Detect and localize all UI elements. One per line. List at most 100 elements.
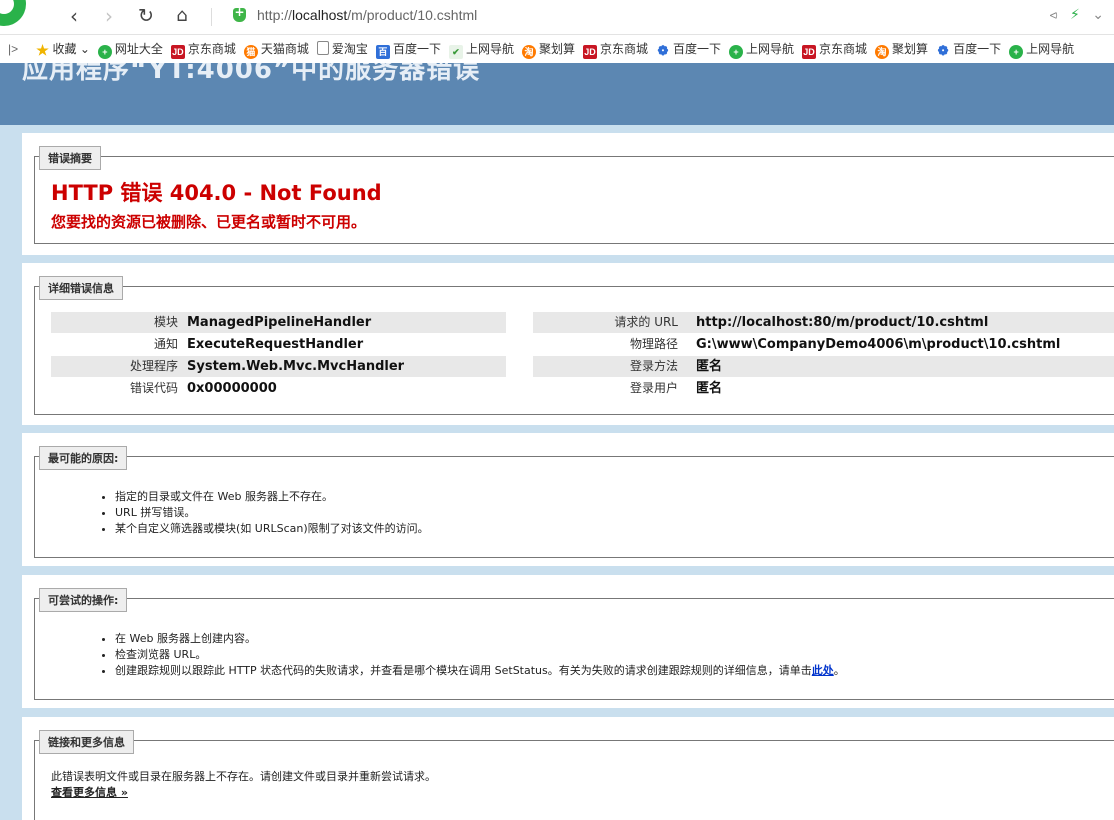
detail-value: ExecuteRequestHandler	[187, 337, 364, 352]
url-prefix: http://	[257, 7, 293, 23]
bookmark-item[interactable]: ✔ 上网导航	[448, 35, 514, 63]
bookmark-item[interactable]: 百百度一下	[375, 35, 441, 63]
bookmark-item[interactable]: 淘聚划算	[521, 35, 575, 63]
list-item-end: 。	[833, 664, 845, 677]
jd-icon: JD	[802, 45, 817, 59]
address-bar[interactable]: http://localhost/m/product/10.cshtml	[257, 7, 477, 23]
sidebar-toggle-icon[interactable]: |>	[8, 35, 18, 63]
chevron-down-icon[interactable]: ⌄	[1092, 7, 1104, 23]
bookmark-item[interactable]: 猫天猫商城	[243, 35, 309, 63]
detail-value: 匿名	[696, 359, 723, 374]
detail-row-error-code: 错误代码 0x00000000	[51, 378, 506, 399]
detail-row-logon-user: 登录用户 匿名	[533, 378, 1114, 399]
detail-label: 错误代码	[129, 381, 178, 395]
detail-label: 处理程序	[129, 359, 178, 373]
summary-section: 错误摘要 HTTP 错误 404.0 - Not Found 您要找的资源已被删…	[22, 133, 1114, 255]
causes-fieldset: 最可能的原因: 指定的目录或文件在 Web 服务器上不存在。 URL 拼写错误。…	[34, 446, 1114, 558]
bookmark-label: 百度一下	[953, 42, 1002, 56]
bookmark-item[interactable]: ★ 收藏 ⌄	[35, 35, 90, 63]
here-link[interactable]: 此处	[812, 664, 834, 677]
actions-section: 可尝试的操作: 在 Web 服务器上创建内容。 检查浏览器 URL。 创建跟踪规…	[22, 575, 1114, 708]
list-item-text: 创建跟踪规则以跟踪此 HTTP 状态代码的失败请求，并查看是哪个模块在调用 Se…	[115, 664, 812, 677]
nav-icon: +	[97, 45, 112, 59]
url-host: localhost	[292, 7, 348, 23]
browser-logo-icon[interactable]	[0, 0, 26, 26]
causes-legend: 最可能的原因:	[39, 446, 128, 470]
forward-icon[interactable]: ›	[97, 4, 121, 28]
bookmark-label: 聚划算	[892, 42, 929, 56]
back-icon[interactable]: ‹	[62, 4, 86, 28]
bookmark-label: 百度一下	[392, 42, 441, 56]
bookmark-item[interactable]: 爱淘宝	[316, 35, 368, 63]
bookmark-item[interactable]: ❁ 百度一下	[936, 35, 1001, 63]
actions-fieldset: 可尝试的操作: 在 Web 服务器上创建内容。 检查浏览器 URL。 创建跟踪规…	[34, 588, 1114, 700]
links-fieldset: 链接和更多信息 此错误表明文件或目录在服务器上不存在。请创建文件或目录并重新尝试…	[34, 730, 1114, 820]
shield-icon	[233, 5, 246, 22]
list-item: 指定的目录或文件在 Web 服务器上不存在。	[115, 489, 429, 505]
nav-icon: +	[1009, 45, 1024, 59]
detail-row-physical-path: 物理路径 G:\www\CompanyDemo4006\m\product\10…	[533, 334, 1114, 355]
detail-value: 匿名	[696, 381, 723, 396]
detail-label: 登录方法	[629, 359, 678, 373]
taobao-icon: 淘	[521, 45, 536, 59]
detail-label: 物理路径	[629, 337, 678, 351]
header-band: 应用程序“YT:4006”中的服务器错误	[0, 63, 1114, 125]
links-text: 此错误表明文件或目录在服务器上不存在。请创建文件或目录并重新尝试请求。	[51, 770, 436, 783]
taobao-icon: 淘	[875, 45, 890, 59]
detail-row-requested-url: 请求的 URL http://localhost:80/m/product/10…	[533, 312, 1114, 333]
bookmark-item[interactable]: JD 京东商城	[170, 35, 236, 63]
bookmark-label: 京东商城	[187, 42, 236, 56]
bookmark-label: 聚划算	[538, 42, 575, 56]
tmall-icon: 猫	[243, 45, 258, 59]
more-info-link[interactable]: 查看更多信息 »	[51, 784, 128, 800]
toolbar-divider	[211, 8, 212, 26]
causes-list: 指定的目录或文件在 Web 服务器上不存在。 URL 拼写错误。 某个自定义筛选…	[115, 489, 429, 537]
detail-label: 通知	[153, 337, 178, 351]
refresh-icon[interactable]: ↻	[134, 4, 158, 28]
star-icon: ★	[36, 42, 49, 58]
detail-value: http://localhost:80/m/product/10.cshtml	[696, 315, 989, 330]
bolt-icon[interactable]: ⚡	[1070, 7, 1080, 23]
bookmarks-bar: |> ★ 收藏 ⌄ + 网址大全 JD 京东商城猫天猫商城 爱淘宝百百度一下 ✔ 上网导航淘聚划…	[0, 35, 1114, 63]
bookmark-label: 上网导航	[1026, 42, 1075, 56]
jd-icon: JD	[170, 45, 185, 59]
detail-value: System.Web.Mvc.MvcHandler	[187, 359, 405, 374]
bookmark-item[interactable]: ❁ 百度一下	[656, 35, 721, 63]
bookmark-label: 京东商城	[819, 42, 868, 56]
list-item: 创建跟踪规则以跟踪此 HTTP 状态代码的失败请求，并查看是哪个模块在调用 Se…	[115, 663, 845, 679]
bookmark-item[interactable]: JD 京东商城	[802, 35, 867, 63]
home-icon[interactable]: ⌂	[170, 4, 194, 28]
list-item: URL 拼写错误。	[115, 505, 429, 521]
error-title: HTTP 错误 404.0 - Not Found	[51, 181, 382, 205]
bookmark-label: 百度一下	[673, 42, 722, 56]
detail-row-notification: 通知 ExecuteRequestHandler	[51, 334, 506, 355]
bookmark-item[interactable]: + 上网导航	[1009, 35, 1074, 63]
bookmark-label: 天猫商城	[260, 42, 309, 56]
bookmark-item[interactable]: + 上网导航	[729, 35, 794, 63]
list-item: 在 Web 服务器上创建内容。	[115, 631, 845, 647]
causes-section: 最可能的原因: 指定的目录或文件在 Web 服务器上不存在。 URL 拼写错误。…	[22, 433, 1114, 566]
nav-icon: +	[729, 45, 744, 59]
detail-label: 请求的 URL	[614, 315, 678, 329]
chevron-down-icon: ⌄	[76, 42, 90, 56]
links-section: 链接和更多信息 此错误表明文件或目录在服务器上不存在。请创建文件或目录并重新尝试…	[22, 717, 1114, 820]
bookmark-label: 收藏	[52, 42, 77, 56]
hao-icon: ✔	[448, 45, 463, 59]
bookmark-item[interactable]: 淘聚划算	[875, 35, 928, 63]
jd-icon: JD	[582, 45, 597, 59]
detail-label: 模块	[153, 315, 178, 329]
detail-value: ManagedPipelineHandler	[187, 315, 372, 330]
page-title-partial: 应用程序“YT:4006”中的服务器错误	[22, 63, 481, 85]
details-section: 详细错误信息 模块 ManagedPipelineHandler 通知 Exec…	[22, 263, 1114, 425]
share-icon[interactable]: ⪦	[1050, 7, 1058, 23]
detail-row-module: 模块 ManagedPipelineHandler	[51, 312, 506, 333]
bookmark-item[interactable]: JD 京东商城	[582, 35, 648, 63]
error-message: 您要找的资源已被删除、已更名或暂时不可用。	[51, 213, 367, 231]
bookmark-item[interactable]: + 网址大全	[97, 35, 163, 63]
details-fieldset: 详细错误信息 模块 ManagedPipelineHandler 通知 Exec…	[34, 276, 1114, 415]
error-page: 应用程序“YT:4006”中的服务器错误 错误摘要 HTTP 错误 404.0 …	[0, 63, 1114, 820]
links-legend: 链接和更多信息	[39, 730, 134, 754]
list-item: 某个自定义筛选器或模块(如 URLScan)限制了对该文件的访问。	[115, 521, 429, 537]
detail-row-handler: 处理程序 System.Web.Mvc.MvcHandler	[51, 356, 506, 377]
toolbar-right: ⪦ ⚡ ⌄	[1042, 7, 1104, 23]
